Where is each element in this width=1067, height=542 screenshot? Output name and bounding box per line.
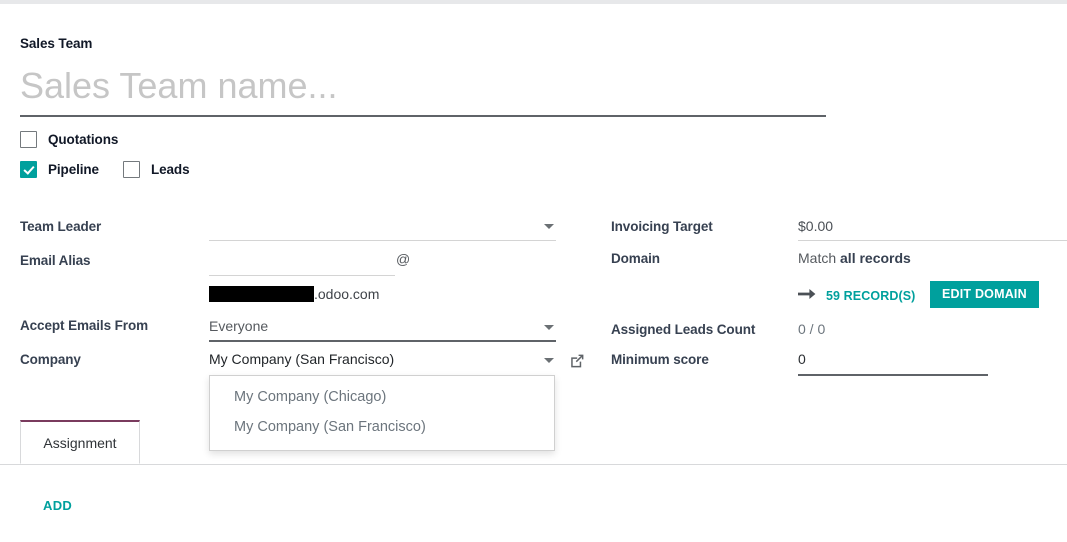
form-sheet: Sales Team Quotations Pipeline Leads Tea…	[0, 4, 1067, 542]
email-alias-underline	[209, 275, 395, 276]
tab-assignment[interactable]: Assignment	[20, 420, 140, 464]
checkbox-label-quotations: Quotations	[48, 132, 119, 147]
team-leader-underline	[209, 240, 556, 241]
minimum-score-input[interactable]	[798, 351, 978, 367]
option-row-pipeline-leads: Pipeline Leads	[20, 161, 190, 178]
label-invoicing-target: Invoicing Target	[611, 219, 713, 234]
dropdown-item-company-san-francisco[interactable]: My Company (San Francisco)	[210, 412, 554, 442]
checkbox-label-leads: Leads	[150, 162, 190, 177]
email-domain-suffix: .odoo.com	[314, 286, 380, 302]
company-chevron-down-icon[interactable]	[544, 358, 554, 363]
team-leader-input[interactable]	[209, 217, 539, 233]
tab-assignment-label: Assignment	[43, 434, 117, 451]
arrow-right-icon	[798, 287, 816, 304]
sales-team-name-field[interactable]	[20, 59, 826, 117]
assigned-leads-count-value: 0 / 0	[798, 321, 826, 337]
edit-domain-button[interactable]: EDIT DOMAIN	[930, 281, 1039, 308]
invoicing-target-value[interactable]: $0.00	[798, 218, 833, 234]
accept-emails-from-chevron-down-icon[interactable]	[544, 325, 554, 330]
label-company: Company	[20, 352, 81, 367]
label-team-leader: Team Leader	[20, 219, 102, 234]
dropdown-item-company-chicago[interactable]: My Company (Chicago)	[210, 382, 554, 412]
checkbox-pipeline[interactable]	[20, 161, 37, 178]
label-domain: Domain	[611, 251, 660, 266]
page-title: Sales Team	[20, 36, 93, 51]
label-assigned-leads-count: Assigned Leads Count	[611, 322, 756, 337]
email-domain-redaction	[209, 286, 314, 302]
company-autocomplete-dropdown[interactable]: My Company (Chicago) My Company (San Fra…	[209, 375, 555, 451]
email-alias-input[interactable]	[209, 251, 389, 267]
invoicing-target-underline	[798, 240, 1067, 241]
option-row-quotations: Quotations	[20, 131, 118, 148]
sales-team-name-input[interactable]	[20, 59, 826, 113]
email-alias-at-symbol: @	[396, 251, 411, 267]
minimum-score-underline	[798, 374, 988, 376]
company-external-link-icon[interactable]	[569, 353, 585, 369]
checkbox-label-pipeline: Pipeline	[48, 162, 99, 177]
domain-records-count-link[interactable]: 59 RECORD(S)	[826, 289, 915, 303]
domain-match-strong: all records	[840, 250, 911, 266]
domain-match-prefix: Match	[798, 250, 841, 266]
label-accept-emails-from: Accept Emails From	[20, 318, 148, 333]
tab-bar	[0, 463, 1067, 465]
team-leader-chevron-down-icon[interactable]	[544, 224, 554, 229]
company-input[interactable]	[209, 351, 529, 367]
checkbox-quotations[interactable]	[20, 131, 37, 148]
accept-emails-from-value[interactable]: Everyone	[209, 318, 268, 334]
domain-match-text: Match all records	[798, 250, 911, 266]
add-button[interactable]: ADD	[43, 498, 72, 513]
checkbox-leads[interactable]	[122, 161, 140, 178]
accept-emails-from-underline	[209, 340, 556, 342]
label-email-alias: Email Alias	[20, 253, 91, 268]
label-minimum-score: Minimum score	[611, 352, 709, 367]
